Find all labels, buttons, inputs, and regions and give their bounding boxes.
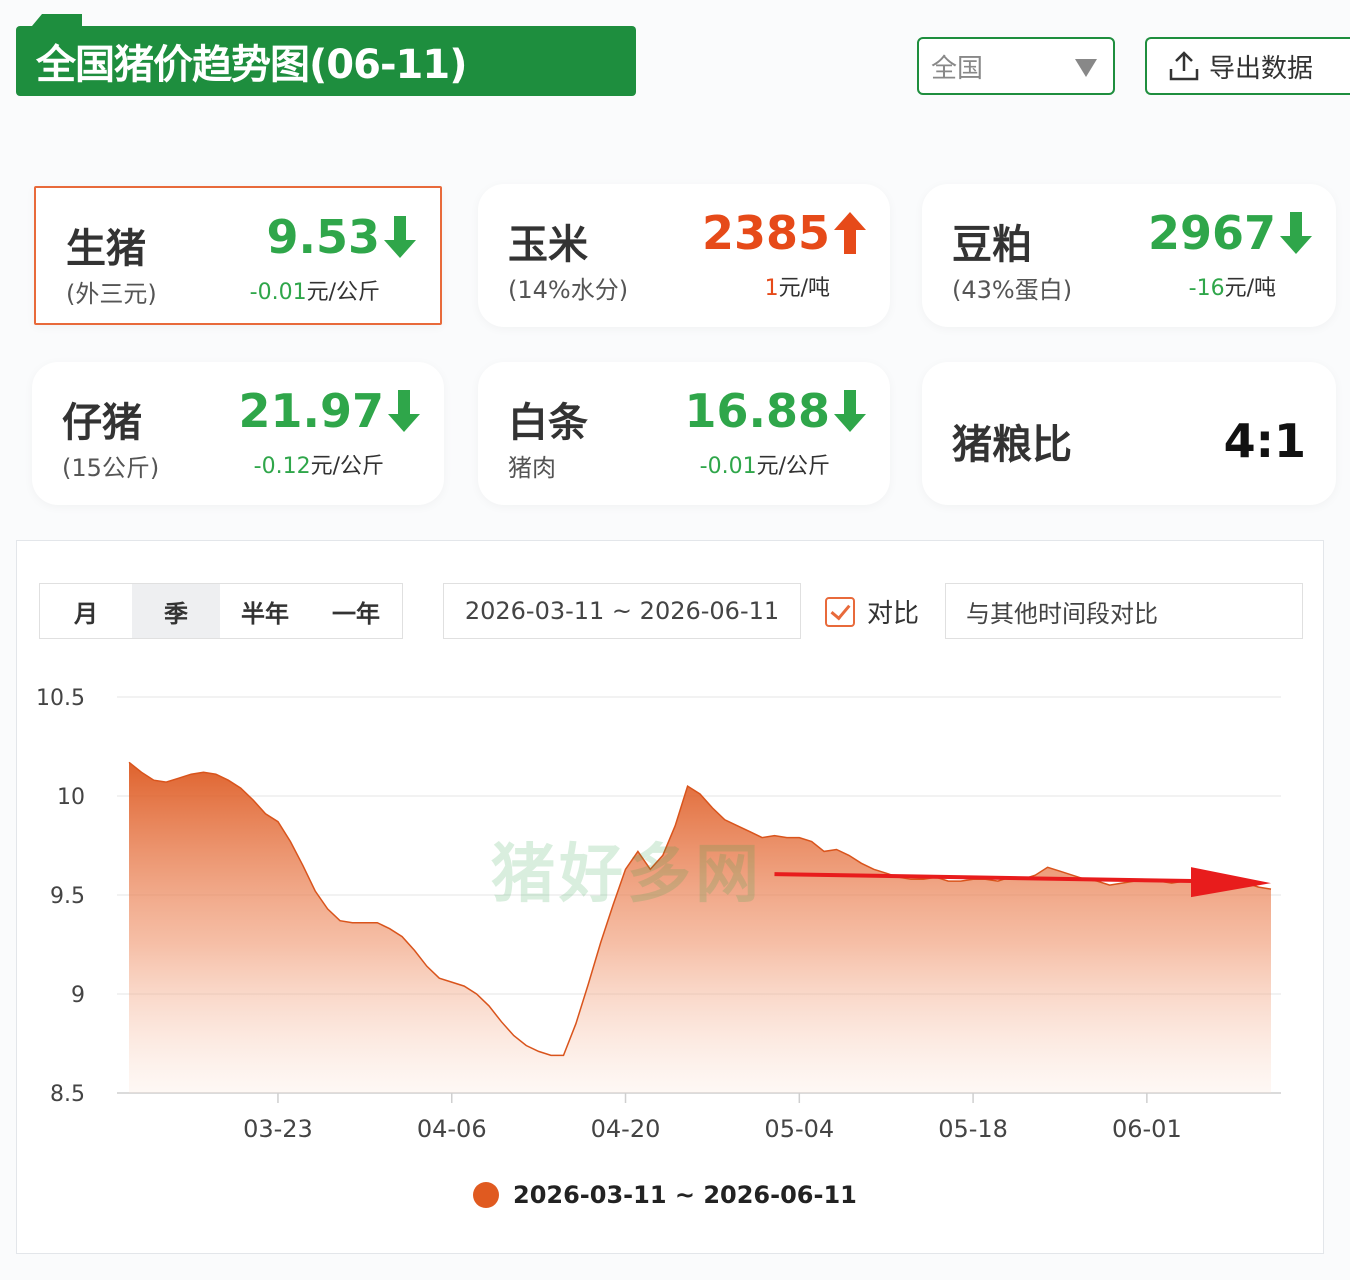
- x-tick-label: 03-23: [243, 1115, 313, 1143]
- card-change-unit: 元/公斤: [310, 454, 384, 479]
- legend-marker: [473, 1182, 499, 1208]
- card-change-amount: -0.12: [253, 454, 311, 479]
- card-value: 2385: [701, 206, 830, 260]
- card-change: -0.01元/公斤: [700, 448, 830, 480]
- export-data-button[interactable]: 导出数据: [1145, 37, 1350, 95]
- price-card[interactable]: 猪粮比 4:1: [922, 362, 1336, 505]
- page-title-banner: 全国猪价趋势图(06-11): [16, 26, 636, 96]
- card-value: 2967: [1147, 206, 1276, 260]
- price-card[interactable]: 仔猪 (15公斤) 21.97 -0.12元/公斤: [32, 362, 444, 505]
- arrow-up-icon: [834, 212, 866, 254]
- arrow-down-icon: [384, 216, 416, 258]
- card-subtitle: (14%水分): [508, 276, 629, 304]
- card-value: 16.88: [684, 384, 830, 438]
- legend-label: 2026-03-11 ~ 2026-06-11: [513, 1181, 857, 1209]
- card-change-unit: 元/吨: [1224, 276, 1276, 301]
- price-card[interactable]: 白条猪肉 16.88 -0.01元/公斤: [478, 362, 890, 505]
- card-change: -0.01元/公斤: [250, 274, 380, 306]
- card-name: 玉米: [508, 222, 588, 268]
- card-change-unit: 元/吨: [778, 276, 830, 301]
- card-name: 生猪: [66, 226, 146, 272]
- region-select-value: 全国: [931, 53, 984, 84]
- page-title: 全国猪价趋势图(06-11): [36, 42, 467, 88]
- card-name: 白条: [508, 400, 588, 446]
- card-change: -0.12元/公斤: [254, 448, 384, 480]
- card-name: 豆粕: [952, 222, 1032, 268]
- triangle-down-icon: [1075, 59, 1097, 77]
- chart-legend[interactable]: 2026-03-11 ~ 2026-06-11: [473, 1181, 857, 1209]
- y-tick-label: 9.5: [50, 884, 85, 909]
- card-subtitle: (43%蛋白): [952, 276, 1073, 304]
- price-card[interactable]: 豆粕 (43%蛋白) 2967 -16元/吨: [922, 184, 1336, 327]
- x-tick-label: 05-18: [938, 1115, 1008, 1143]
- card-subtitle: (15公斤): [62, 454, 160, 482]
- card-change: 1元/吨: [765, 270, 830, 302]
- arrow-down-icon: [1280, 212, 1312, 254]
- card-change-unit: 元/公斤: [306, 280, 380, 305]
- x-tick-label: 05-04: [764, 1115, 834, 1143]
- arrow-down-icon: [834, 390, 866, 432]
- card-subtitle: (外三元): [66, 280, 157, 308]
- x-tick-label: 06-01: [1112, 1115, 1182, 1143]
- arrow-down-icon: [388, 390, 420, 432]
- card-name: 猪粮比: [952, 422, 1072, 468]
- card-change-amount: -0.01: [249, 280, 307, 305]
- card-change-unit: 元/公斤: [756, 454, 830, 479]
- card-change-amount: -0.01: [699, 454, 757, 479]
- x-tick-label: 04-20: [591, 1115, 661, 1143]
- y-tick-label: 10: [57, 785, 85, 810]
- price-card[interactable]: 生猪 (外三元) 9.53 -0.01元/公斤: [34, 186, 442, 325]
- series-area: [129, 762, 1271, 1093]
- watermark: 猪好多网: [491, 838, 763, 912]
- card-name: 仔猪: [62, 400, 142, 446]
- card-change-amount: -16: [1188, 276, 1225, 301]
- card-change-amount: 1: [764, 276, 779, 301]
- card-value: 9.53: [266, 210, 381, 264]
- card-change: -16元/吨: [1189, 270, 1276, 302]
- region-select[interactable]: 全国: [917, 37, 1115, 95]
- y-tick-label: 9: [71, 983, 85, 1008]
- x-tick-label: 04-06: [417, 1115, 487, 1143]
- card-value: 21.97: [238, 384, 384, 438]
- upload-icon: [1169, 51, 1199, 81]
- card-subtitle: 猪肉: [508, 454, 556, 482]
- y-tick-label: 8.5: [50, 1082, 85, 1107]
- price-card[interactable]: 玉米 (14%水分) 2385 1元/吨: [478, 184, 890, 327]
- card-value: 4:1: [1223, 414, 1306, 468]
- chart-panel: 月 季 半年 一年 2026-03-11 ~ 2026-06-11 对比 与其他…: [16, 540, 1324, 1254]
- export-data-label: 导出数据: [1209, 53, 1314, 84]
- y-tick-label: 10.5: [36, 686, 85, 711]
